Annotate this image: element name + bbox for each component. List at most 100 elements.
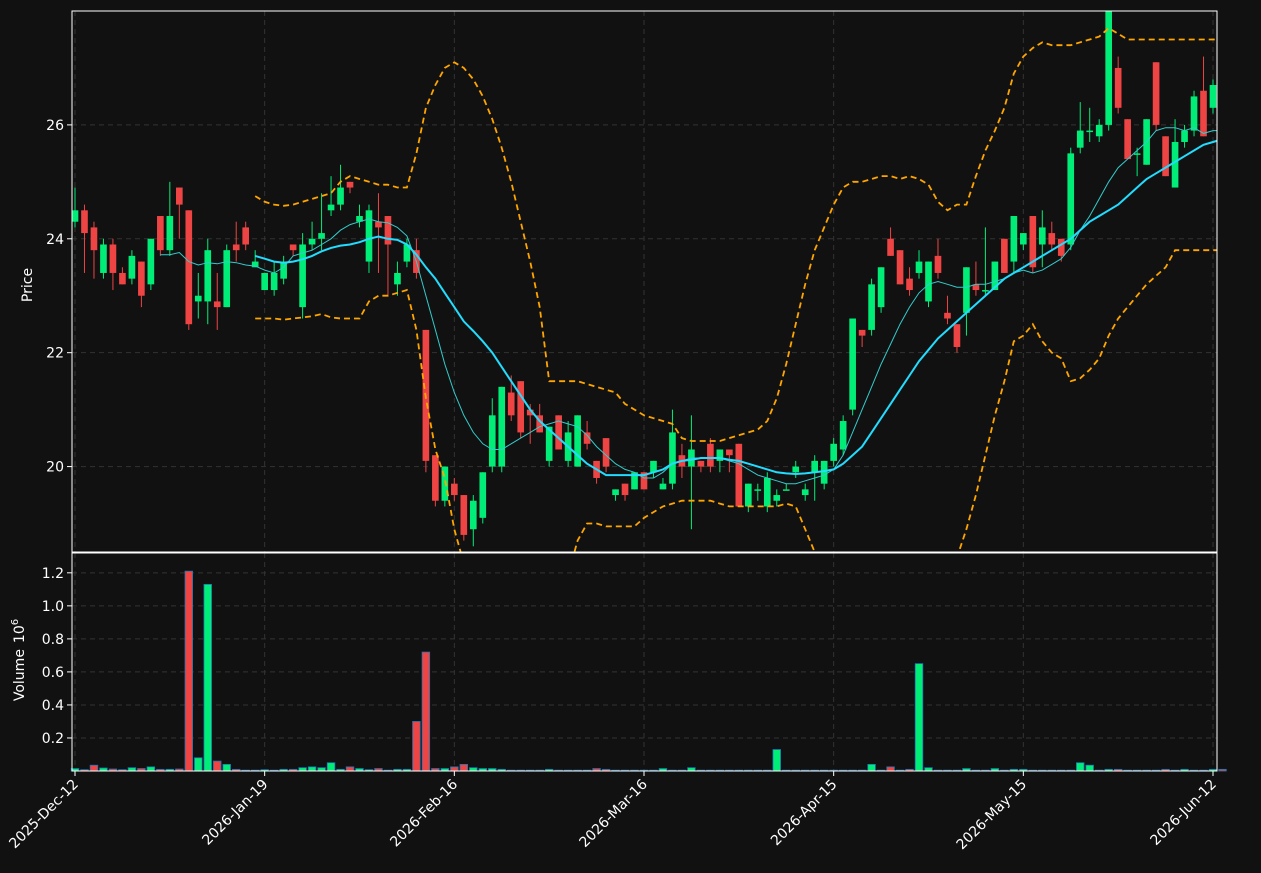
volume-axis-label-text: Volume <box>12 649 28 701</box>
candle-body <box>166 216 174 251</box>
volume-tick-label: 1.0 <box>42 599 64 615</box>
candle-body <box>213 301 221 308</box>
candle-body <box>801 489 809 496</box>
candle-body <box>602 438 610 467</box>
candle-body <box>555 415 562 450</box>
candle-body <box>906 278 913 291</box>
candle-body <box>659 483 667 490</box>
candle-body <box>1020 233 1027 245</box>
candle-body <box>1200 90 1207 137</box>
volume-bar <box>89 764 99 772</box>
candle-body <box>1181 130 1188 142</box>
candle-body <box>868 284 875 330</box>
candle-body <box>754 489 762 491</box>
volume-bar <box>326 762 336 772</box>
candle-body <box>849 318 856 410</box>
volume-tick-label: 1.2 <box>42 566 64 582</box>
candle-body <box>1067 153 1075 245</box>
candle-body <box>1095 124 1103 137</box>
candle-body <box>1114 67 1122 108</box>
candle-body <box>773 495 781 501</box>
volume-bar <box>1218 768 1227 772</box>
candle-body <box>944 312 951 319</box>
price-tick-label: 22 <box>46 346 64 362</box>
candle-body <box>365 210 373 262</box>
volume-tick-label: 0.4 <box>42 698 64 714</box>
volume-axis-exponent-base: 10 <box>12 625 28 643</box>
price-tick-label: 24 <box>46 232 64 248</box>
candle-body <box>1209 85 1217 108</box>
candle-body <box>175 187 183 205</box>
candle-body <box>242 227 250 245</box>
candle-body <box>460 495 468 535</box>
volume-bar <box>307 766 317 772</box>
candle-body <box>337 187 344 205</box>
volume-bar <box>914 663 924 772</box>
candle-body <box>1124 119 1131 160</box>
candle-body <box>72 210 79 222</box>
candle-body <box>887 238 894 256</box>
volume-bar <box>1085 764 1094 772</box>
candle-body <box>934 255 942 273</box>
candle-body <box>877 267 885 308</box>
candle-body <box>896 250 904 285</box>
candle-body <box>138 261 145 296</box>
volume-bar <box>203 583 212 772</box>
candle-body <box>81 210 88 234</box>
candle-body <box>744 483 752 507</box>
candle-body <box>90 227 98 251</box>
candle-body <box>128 255 136 279</box>
candle-body <box>763 477 771 507</box>
candle-body <box>811 460 819 473</box>
volume-bar <box>886 766 895 772</box>
price-tick-label: 20 <box>46 460 64 476</box>
candle-body <box>270 272 278 291</box>
candle-body <box>469 500 477 530</box>
volume-tick-label: 0.6 <box>42 665 64 681</box>
candle-body <box>697 460 705 467</box>
candle-body <box>982 290 989 292</box>
candle-body <box>100 244 107 273</box>
candle-body <box>1001 238 1008 273</box>
candle-body <box>157 216 164 251</box>
candle-body <box>792 466 800 473</box>
volume-bar <box>345 766 355 772</box>
candle-body <box>574 415 581 467</box>
candle-body <box>479 472 487 518</box>
candle-body <box>327 204 335 211</box>
candle-body <box>204 250 212 302</box>
volume-bar <box>194 757 203 772</box>
candle-body <box>1057 238 1065 256</box>
candle-body <box>346 181 354 188</box>
candle-body <box>915 261 923 273</box>
volume-bar <box>213 760 222 772</box>
volume-bar <box>146 766 156 772</box>
candle-body <box>318 233 325 239</box>
candle-body <box>194 295 202 302</box>
candle-body <box>1171 141 1179 188</box>
candle-body <box>394 272 401 285</box>
candle-body <box>498 386 506 467</box>
candle-body <box>232 244 240 251</box>
volume-tick-label: 0.8 <box>42 632 64 648</box>
candle-body <box>735 443 743 507</box>
volume-bar <box>412 721 421 772</box>
volume-bar <box>222 763 231 772</box>
candle-body <box>1086 130 1094 133</box>
candle-body <box>147 238 155 285</box>
candle-body <box>707 443 714 467</box>
candle-body <box>384 216 392 245</box>
candle-body <box>612 489 619 496</box>
volume-bar <box>450 766 459 772</box>
volume-bar <box>459 763 469 772</box>
candle-body <box>839 421 847 450</box>
candle-body <box>507 392 515 416</box>
volume-bar <box>1076 762 1085 772</box>
price-tick-label: 26 <box>46 118 64 134</box>
candle-body <box>517 381 525 433</box>
candle-body <box>185 210 193 325</box>
volume-bar <box>184 570 193 772</box>
volume-bar <box>421 651 431 772</box>
candle-body <box>830 443 837 461</box>
candle-body <box>925 261 932 302</box>
